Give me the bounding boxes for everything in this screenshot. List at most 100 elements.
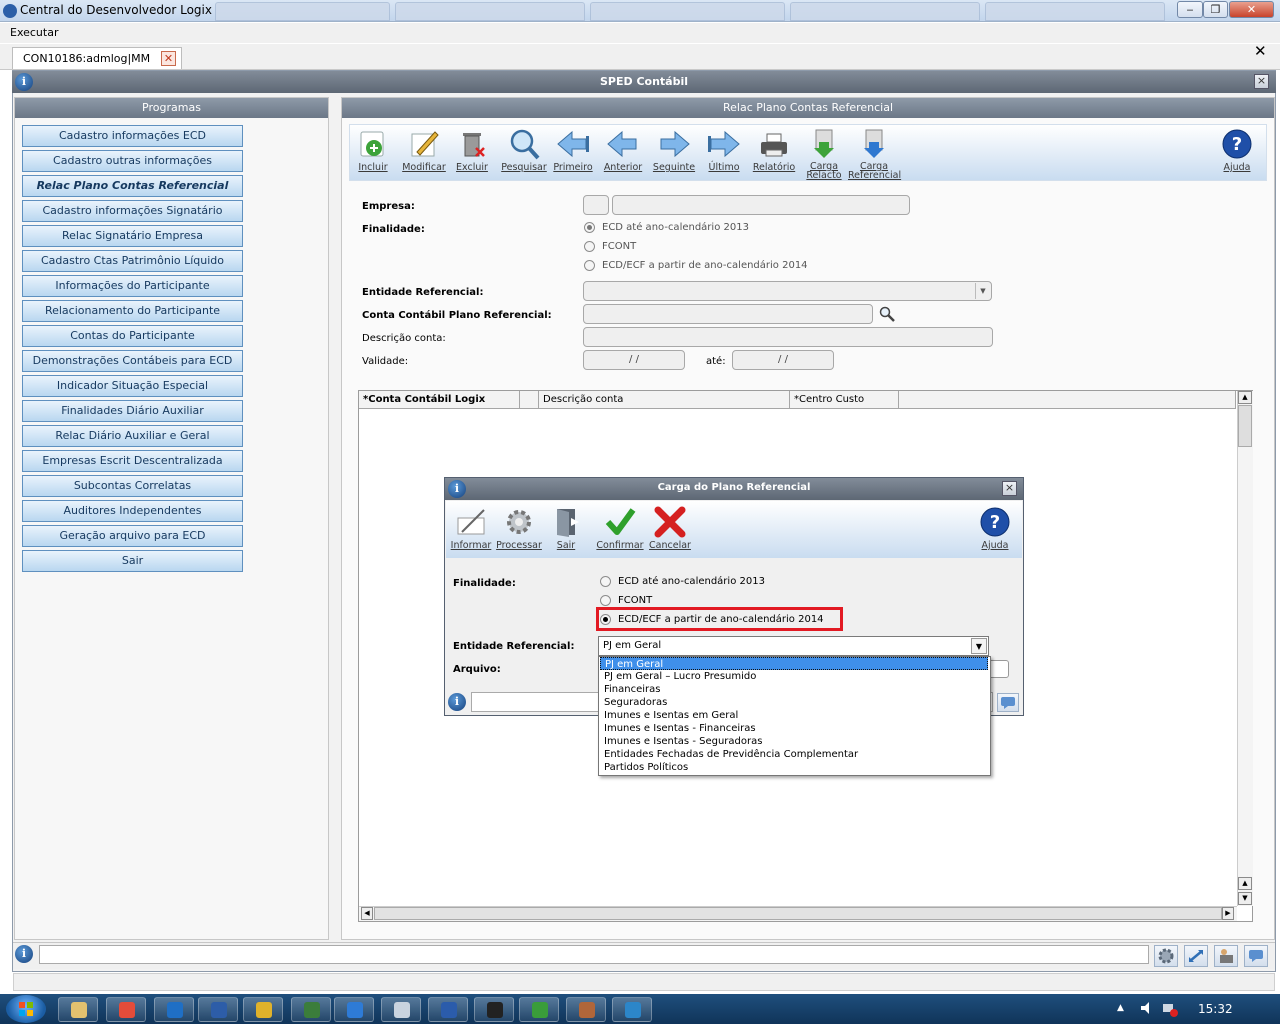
dropdown-option[interactable]: Imunes e Isentas em Geral — [600, 709, 988, 722]
excluir-button[interactable]: Excluir — [446, 128, 498, 173]
link-icon[interactable] — [198, 997, 238, 1022]
program-item[interactable]: Contas do Participante — [22, 325, 243, 347]
vertical-scroll-thumb[interactable] — [1238, 405, 1252, 447]
close-window-button[interactable]: ✕ — [1229, 1, 1274, 18]
incluir-button[interactable]: Incluir — [347, 128, 399, 173]
tool-icon[interactable] — [566, 997, 606, 1022]
program-item[interactable]: Cadastro informações Signatário — [22, 200, 243, 222]
carga-referencial-button[interactable]: Carga Referencial — [848, 128, 901, 180]
empresa-code-field[interactable] — [583, 195, 609, 215]
entidade-select[interactable]: ▼ — [583, 281, 992, 301]
user-printer-icon[interactable] — [1214, 945, 1238, 967]
minimize-button[interactable]: ‒ — [1177, 1, 1203, 18]
descricao-field[interactable] — [583, 327, 993, 347]
restore-button[interactable]: ❐ — [1203, 1, 1228, 18]
pesquisar-button[interactable]: Pesquisar — [498, 128, 550, 173]
imt-icon[interactable] — [519, 997, 559, 1022]
program-item[interactable]: Empresas Escrit Descentralizada — [22, 450, 243, 472]
program-item[interactable]: Cadastro informações ECD — [22, 125, 243, 147]
program-item[interactable]: Sair — [22, 550, 243, 572]
entidade-combobox[interactable]: PJ em Geral ▼ — [598, 636, 989, 656]
dropdown-option[interactable]: Imunes e Isentas - Seguradoras — [600, 735, 988, 748]
chrome-icon[interactable] — [106, 997, 146, 1022]
informar-button[interactable]: Informar — [445, 506, 497, 551]
modificar-button[interactable]: Modificar — [398, 128, 450, 173]
dropdown-option[interactable]: Imunes e Isentas - Financeiras — [600, 722, 988, 735]
program-item[interactable]: Geração arquivo para ECD — [22, 525, 243, 547]
cmd-icon[interactable] — [474, 997, 514, 1022]
scroll-up-icon[interactable]: ▲ — [1238, 391, 1252, 404]
scroll-up-icon[interactable]: ▲ — [1238, 877, 1252, 890]
column-descricao[interactable]: Descrição conta — [539, 391, 790, 409]
dropdown-option[interactable]: PJ em Geral – Lucro Presumido — [600, 670, 988, 683]
volume-icon[interactable] — [1140, 1001, 1154, 1018]
program-item[interactable]: Cadastro Ctas Patrimônio Líquido — [22, 250, 243, 272]
processar-button[interactable]: Processar — [493, 506, 545, 551]
program-item[interactable]: Informações do Participante — [22, 275, 243, 297]
browser-tab-ghost[interactable] — [790, 2, 980, 21]
cancelar-button[interactable]: Cancelar — [644, 506, 696, 551]
tray-arrow-icon[interactable]: ▲ — [1117, 1003, 1124, 1013]
carga-relacto-button[interactable]: Carga Relacto — [798, 128, 850, 180]
scroll-right-icon[interactable]: ▶ — [1222, 907, 1234, 920]
chat-icon[interactable] — [997, 693, 1019, 712]
vertical-scrollbar[interactable] — [1237, 391, 1253, 906]
dialog-radio-ecd-2013[interactable] — [600, 576, 611, 587]
browser-tab-ghost[interactable] — [985, 2, 1165, 21]
dropdown-option[interactable]: Entidades Fechadas de Previdência Comple… — [600, 748, 988, 761]
program-item[interactable]: Auditores Independentes — [22, 500, 243, 522]
column-blank[interactable] — [520, 391, 539, 409]
program-item[interactable]: Relacionamento do Participante — [22, 300, 243, 322]
primeiro-button[interactable]: Primeiro — [547, 128, 599, 173]
close-all-icon[interactable]: ✕ — [1254, 42, 1267, 60]
search-icon[interactable] — [879, 306, 895, 325]
column-centro-custo[interactable]: *Centro Custo — [790, 391, 899, 409]
program-item[interactable]: Subcontas Correlatas — [22, 475, 243, 497]
chat-icon[interactable] — [1244, 945, 1268, 967]
dialog-ajuda-button[interactable]: ? Ajuda — [969, 506, 1021, 551]
globe-icon[interactable] — [291, 997, 331, 1022]
dialog-radio-fcont[interactable] — [600, 595, 611, 606]
dropdown-option[interactable]: Partidos Políticos — [600, 761, 988, 774]
anterior-button[interactable]: Anterior — [597, 128, 649, 173]
frame-close-icon[interactable]: × — [1254, 74, 1269, 89]
program-item[interactable]: Finalidades Diário Auxiliar — [22, 400, 243, 422]
close-tab-icon[interactable]: ✕ — [161, 51, 176, 66]
tab-con10186[interactable]: CON10186:admlog|MM ✕ — [12, 47, 182, 69]
column-conta-contabil[interactable]: *Conta Contábil Logix — [359, 391, 520, 409]
ultimo-button[interactable]: Último — [698, 128, 750, 173]
chevron-down-icon[interactable]: ▼ — [971, 638, 987, 654]
resize-arrows-icon[interactable] — [1184, 945, 1208, 967]
dialog-close-icon[interactable]: × — [1002, 481, 1017, 496]
chevron-down-icon[interactable]: ▼ — [975, 283, 990, 299]
program-item[interactable]: Indicador Situação Especial — [22, 375, 243, 397]
browser-tab-ghost[interactable] — [590, 2, 785, 21]
radio-ecd-2013[interactable] — [584, 222, 595, 233]
explorer-icon[interactable] — [58, 997, 98, 1022]
horizontal-scroll-thumb[interactable] — [374, 907, 1222, 920]
dropdown-option[interactable]: Seguradoras — [600, 696, 988, 709]
confirmar-button[interactable]: Confirmar — [594, 506, 646, 551]
menu-executar[interactable]: Executar — [10, 26, 59, 39]
conta-field[interactable] — [583, 304, 873, 324]
notepad-icon[interactable] — [381, 997, 421, 1022]
outlook-icon[interactable] — [154, 997, 194, 1022]
l-icon[interactable] — [612, 997, 652, 1022]
browser-tab-ghost[interactable] — [395, 2, 585, 21]
ajuda-button[interactable]: ? Ajuda — [1211, 128, 1263, 173]
validade-from-field[interactable]: / / — [583, 350, 685, 370]
radio-ecd-ecf-2014[interactable] — [584, 260, 595, 271]
settings-gear-icon[interactable] — [1154, 945, 1178, 967]
program-item[interactable]: Relac Diário Auxiliar e Geral — [22, 425, 243, 447]
radio-fcont[interactable] — [584, 241, 595, 252]
scroll-down-icon[interactable]: ▼ — [1238, 892, 1252, 905]
empresa-name-field[interactable] — [612, 195, 910, 215]
validade-to-field[interactable]: / / — [732, 350, 834, 370]
browser-tab-ghost[interactable] — [215, 2, 390, 21]
dropdown-option[interactable]: Financeiras — [600, 683, 988, 696]
program-item[interactable]: Relac Signatário Empresa — [22, 225, 243, 247]
word-icon[interactable] — [428, 997, 468, 1022]
relatorio-button[interactable]: Relatório — [748, 128, 800, 173]
program-item[interactable]: Demonstrações Contábeis para ECD — [22, 350, 243, 372]
network-alert-icon[interactable] — [1162, 1001, 1178, 1020]
